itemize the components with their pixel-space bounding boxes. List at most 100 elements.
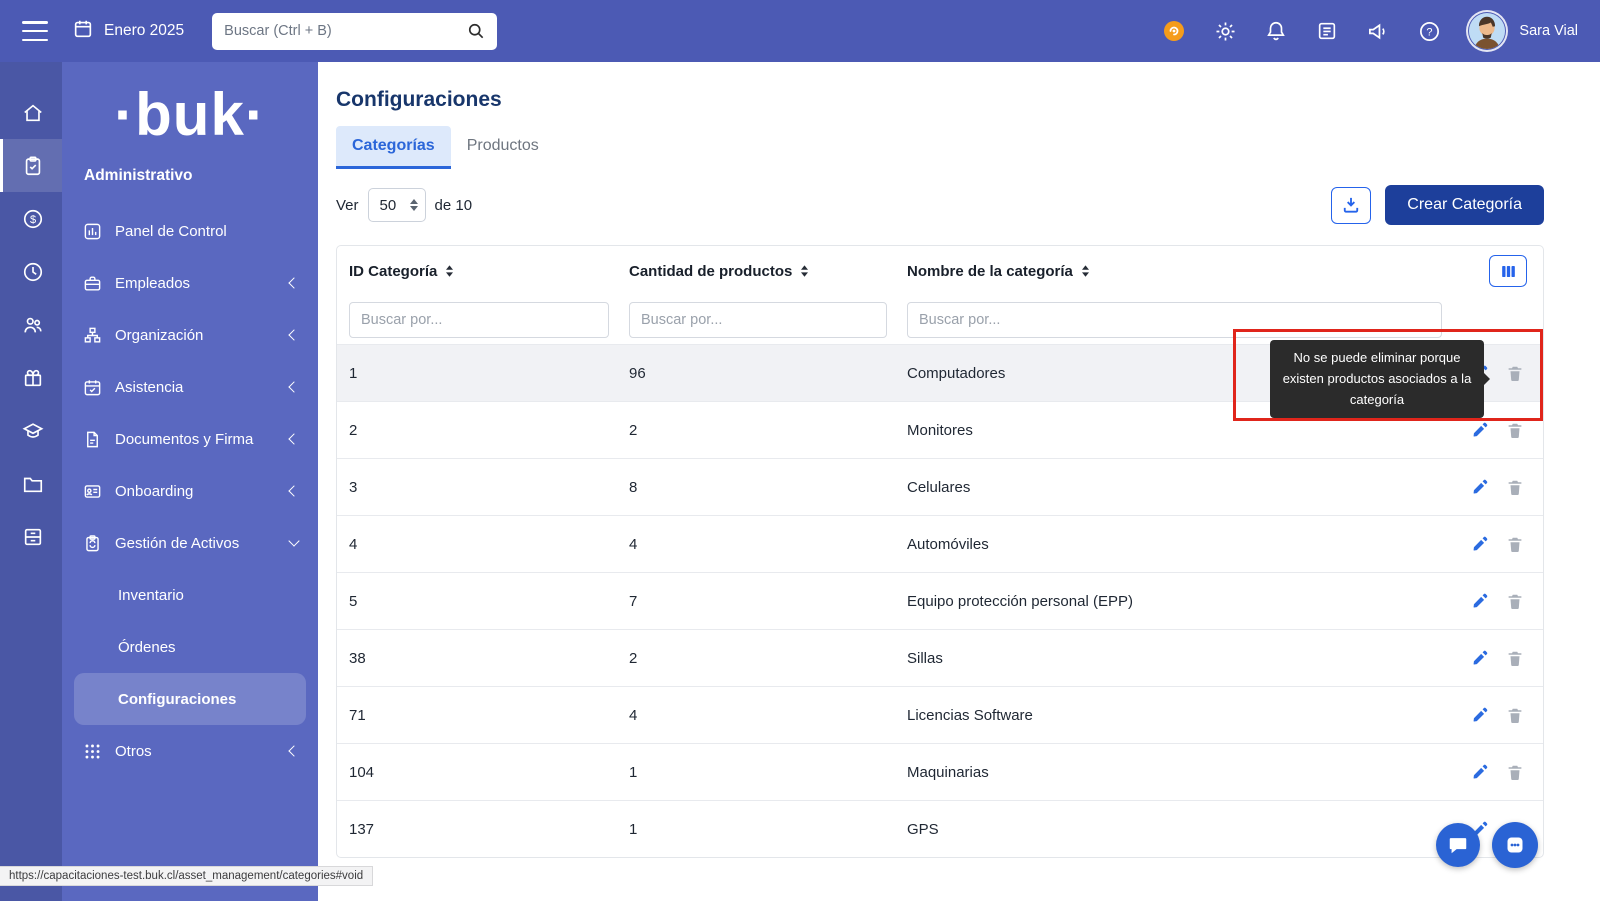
edit-icon[interactable]	[1469, 705, 1489, 725]
delete-icon[interactable]	[1505, 534, 1525, 554]
cell-id: 1	[349, 365, 629, 382]
rail-talent-icon[interactable]	[0, 298, 62, 351]
stepper-icon	[410, 199, 418, 211]
categories-table: ID Categoría Cantidad de productos Nombr…	[336, 245, 1544, 858]
cell-id: 104	[349, 764, 629, 781]
rail-benefits-icon[interactable]	[0, 351, 62, 404]
table-row[interactable]: 38 2 Sillas	[337, 629, 1543, 686]
tab-productos[interactable]: Productos	[451, 126, 555, 169]
sidebar-menu: Panel de Control Empleados Organización	[62, 205, 318, 777]
delete-icon[interactable]	[1505, 477, 1525, 497]
notifications-icon[interactable]	[1264, 19, 1288, 43]
sidebar-item-organizacion[interactable]: Organización	[62, 309, 318, 361]
rail-assets-icon[interactable]	[0, 139, 62, 192]
cell-count: 1	[629, 821, 907, 838]
row-actions	[1443, 591, 1539, 611]
header-nombre[interactable]: Nombre de la categoría	[907, 263, 1443, 280]
table-row[interactable]: 5 7 Equipo protección personal (EPP)	[337, 572, 1543, 629]
tab-categorias[interactable]: Categorías	[336, 126, 451, 169]
chat-fab[interactable]	[1436, 823, 1480, 867]
table-row[interactable]: 3 8 Celulares	[337, 458, 1543, 515]
sidebar-item-panel-de-control[interactable]: Panel de Control	[62, 205, 318, 257]
sidebar-item-label: Asistencia	[115, 379, 183, 396]
ver-label: Ver	[336, 197, 359, 214]
sidebar-subitem-configuraciones[interactable]: Configuraciones	[74, 673, 306, 725]
cell-name: GPS	[907, 821, 1443, 838]
rewards-icon[interactable]	[1162, 19, 1186, 43]
sidebar-item-label: Onboarding	[115, 483, 193, 500]
sidebar-item-otros[interactable]: Otros	[62, 725, 318, 777]
edit-icon[interactable]	[1469, 762, 1489, 782]
rail-training-icon[interactable]	[0, 404, 62, 457]
settings-icon[interactable]	[1213, 19, 1237, 43]
sidebar-item-empleados[interactable]: Empleados	[62, 257, 318, 309]
chevron-down-icon	[288, 535, 299, 546]
onboarding-icon	[82, 481, 102, 501]
table-header: ID Categoría Cantidad de productos Nombr…	[337, 246, 1543, 296]
table-row[interactable]: 104 1 Maquinarias	[337, 743, 1543, 800]
table-row[interactable]: 71 4 Licencias Software	[337, 686, 1543, 743]
page-size-select[interactable]: 50	[368, 188, 426, 222]
sidebar-subitem-ordenes[interactable]: Órdenes	[62, 621, 318, 673]
filter-nombre-input[interactable]	[907, 302, 1442, 338]
create-category-button[interactable]: Crear Categoría	[1385, 185, 1544, 225]
search-input[interactable]	[212, 23, 455, 39]
rail-archive-icon[interactable]	[0, 510, 62, 563]
column-settings-button[interactable]	[1489, 255, 1527, 287]
period-label: Enero 2025	[104, 22, 184, 40]
delete-icon[interactable]	[1505, 648, 1525, 668]
header-cantidad[interactable]: Cantidad de productos	[629, 263, 907, 280]
filter-cantidad-input[interactable]	[629, 302, 887, 338]
delete-icon[interactable]	[1505, 591, 1525, 611]
delete-disabled-tooltip: No se puede eliminar porque existen prod…	[1270, 340, 1484, 418]
cell-name: Automóviles	[907, 536, 1443, 553]
search-icon[interactable]	[455, 13, 497, 50]
export-button[interactable]	[1331, 187, 1371, 224]
cell-count: 7	[629, 593, 907, 610]
status-url: https://capacitaciones-test.buk.cl/asset…	[0, 866, 373, 886]
tabs: Categorías Productos	[336, 126, 1544, 169]
sidebar-item-label: Panel de Control	[115, 223, 227, 240]
support-fab[interactable]	[1492, 822, 1538, 868]
rail-time-icon[interactable]	[0, 245, 62, 298]
edit-icon[interactable]	[1469, 534, 1489, 554]
news-icon[interactable]	[1315, 19, 1339, 43]
edit-icon[interactable]	[1469, 648, 1489, 668]
avatar[interactable]	[1468, 12, 1506, 50]
sidebar-item-onboarding[interactable]: Onboarding	[62, 465, 318, 517]
table-body: 1 96 Computadores 2 2 Monitores 3 8 Celu…	[337, 344, 1543, 857]
delete-icon[interactable]	[1505, 705, 1525, 725]
columns-icon	[1499, 262, 1518, 281]
row-actions	[1443, 762, 1539, 782]
rail-documents-icon[interactable]	[0, 457, 62, 510]
cell-count: 96	[629, 365, 907, 382]
edit-icon[interactable]	[1469, 420, 1489, 440]
sidebar-item-documentos-y-firma[interactable]: Documentos y Firma	[62, 413, 318, 465]
sort-icon	[1080, 264, 1091, 278]
sidebar-item-gestion-de-activos[interactable]: Gestión de Activos	[62, 517, 318, 569]
header-id[interactable]: ID Categoría	[349, 263, 629, 280]
edit-icon[interactable]	[1469, 591, 1489, 611]
support-chat-icon	[1503, 833, 1527, 857]
cell-id: 5	[349, 593, 629, 610]
table-row[interactable]: 4 4 Automóviles	[337, 515, 1543, 572]
delete-icon[interactable]	[1505, 363, 1525, 383]
delete-icon[interactable]	[1505, 420, 1525, 440]
sidebar-item-asistencia[interactable]: Asistencia	[62, 361, 318, 413]
sidebar-subitem-inventario[interactable]: Inventario	[62, 569, 318, 621]
edit-icon[interactable]	[1469, 477, 1489, 497]
sidebar-item-label: Empleados	[115, 275, 190, 292]
rail-payroll-icon[interactable]: $	[0, 192, 62, 245]
filter-id-input[interactable]	[349, 302, 609, 338]
table-row[interactable]: 137 1 GPS	[337, 800, 1543, 857]
announcements-icon[interactable]	[1366, 19, 1390, 43]
employees-icon	[82, 273, 102, 293]
total-label: de 10	[435, 197, 473, 214]
help-icon[interactable]: ?	[1417, 19, 1441, 43]
cell-count: 4	[629, 536, 907, 553]
rail-home-icon[interactable]	[0, 86, 62, 139]
period-selector[interactable]: Enero 2025	[72, 18, 184, 45]
chevron-left-icon	[288, 745, 299, 756]
delete-icon[interactable]	[1505, 762, 1525, 782]
menu-icon[interactable]	[22, 21, 48, 41]
